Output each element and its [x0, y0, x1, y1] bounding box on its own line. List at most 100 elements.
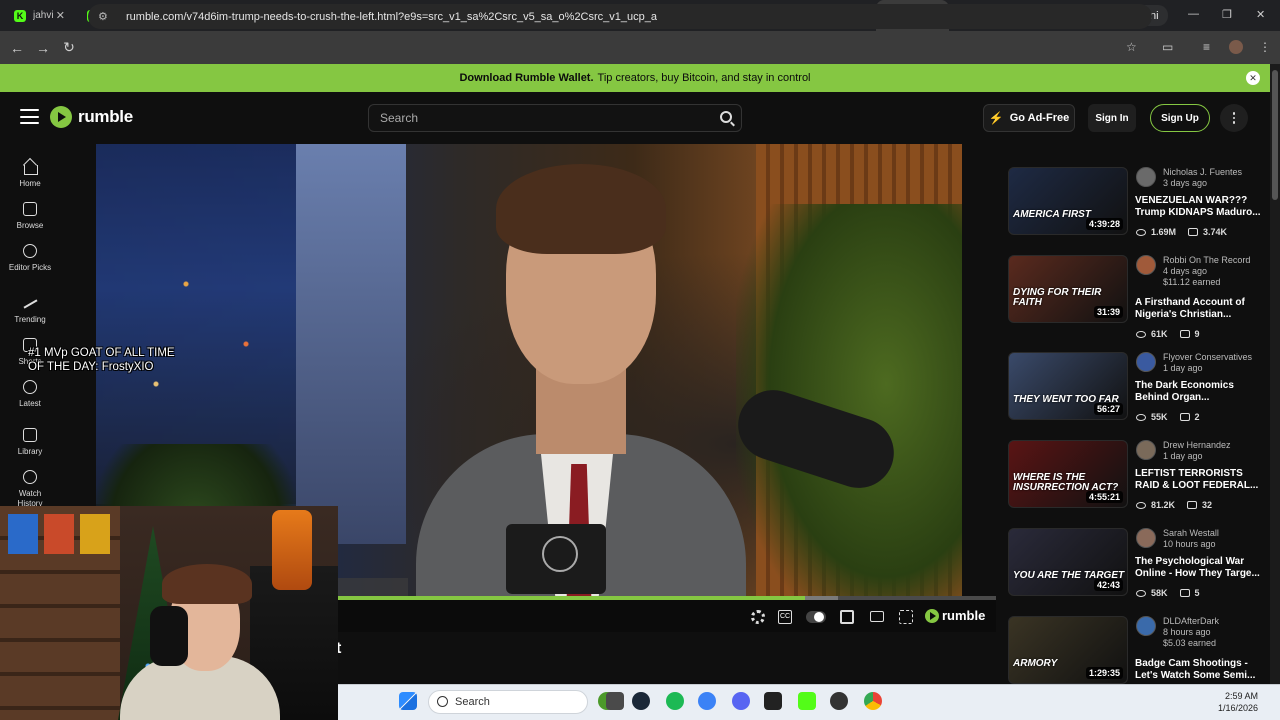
- search-input[interactable]: Search: [368, 104, 742, 132]
- upload-age: 1 day ago: [1163, 451, 1203, 461]
- views-stat: 61K: [1136, 329, 1168, 339]
- taskbar-search[interactable]: Search: [428, 690, 588, 714]
- channel-name[interactable]: Flyover Conservatives: [1163, 352, 1252, 362]
- nav-item-browse[interactable]: Browse: [0, 202, 60, 231]
- recommended-video-card[interactable]: AMERICA FIRST 4:39:28 Nicholas J. Fuentes 3…: [1008, 167, 1270, 247]
- video-thumbnail[interactable]: YOU ARE THE TARGET 42:43: [1008, 528, 1128, 596]
- views-stat: 55K: [1136, 412, 1168, 422]
- channel-name[interactable]: Sarah Westall: [1163, 528, 1219, 538]
- video-thumbnail[interactable]: AMERICA FIRST 4:39:28: [1008, 167, 1128, 235]
- restore-icon[interactable]: ❐: [1222, 8, 1232, 21]
- settings-gear-icon[interactable]: [751, 610, 765, 624]
- channel-avatar[interactable]: [1136, 528, 1156, 548]
- video-title[interactable]: VENEZUELAN WAR??? Trump KIDNAPS Maduro..…: [1135, 195, 1265, 219]
- close-tab-icon[interactable]: ✕: [56, 9, 65, 22]
- video-title[interactable]: LEFTIST TERRORISTS RAID & LOOT FEDERAL..…: [1135, 468, 1265, 492]
- channel-avatar[interactable]: [1136, 616, 1156, 636]
- chrome-icon[interactable]: [864, 692, 882, 710]
- page-scrollbar[interactable]: [1270, 64, 1280, 720]
- eye-icon: [1136, 502, 1146, 509]
- recommended-video-card[interactable]: DYING FOR THEIR FAITH 31:39 Robbi On The R…: [1008, 255, 1270, 339]
- search-icon[interactable]: [720, 111, 732, 123]
- video-duration: 42:43: [1093, 579, 1123, 591]
- more-options-icon[interactable]: [1220, 104, 1248, 132]
- menu-hamburger-icon[interactable]: [20, 109, 39, 124]
- autoplay-toggle[interactable]: [806, 611, 826, 623]
- reload-icon[interactable]: ↻: [56, 39, 82, 56]
- discord-icon[interactable]: [732, 692, 750, 710]
- nav-item-library[interactable]: Library: [0, 428, 60, 457]
- profile-avatar[interactable]: [1229, 40, 1243, 54]
- cast-icon[interactable]: ▭: [1162, 40, 1173, 54]
- player-rumble-logo[interactable]: rumble: [925, 608, 985, 623]
- comment-count: 2: [1194, 412, 1200, 422]
- video-stats: 55K 2: [1136, 412, 1200, 422]
- kick-favicon-icon: K: [14, 9, 26, 22]
- go-ad-free-button[interactable]: ⚡ Go Ad-Free: [983, 104, 1075, 132]
- rumble-logo[interactable]: rumble: [50, 106, 133, 128]
- recommended-video-card[interactable]: YOU ARE THE TARGET 42:43 Sarah Westall 10 h…: [1008, 528, 1270, 608]
- channel-avatar[interactable]: [1136, 255, 1156, 275]
- bookmark-star-icon[interactable]: ☆: [1126, 40, 1137, 54]
- video-title[interactable]: Badge Cam Shootings - Let's Watch Some S…: [1135, 658, 1265, 682]
- comment-count: 5: [1194, 588, 1200, 598]
- steam-icon[interactable]: [632, 692, 650, 710]
- channel-name[interactable]: Drew Hernandez: [1163, 440, 1231, 450]
- video-duration: 4:39:28: [1085, 218, 1123, 230]
- channel-name[interactable]: Nicholas J. Fuentes: [1163, 167, 1242, 177]
- nav-item-label: Latest: [19, 399, 41, 408]
- channel-avatar[interactable]: [1136, 352, 1156, 372]
- eye-icon: [1136, 229, 1146, 236]
- nav-item-watch-history[interactable]: Watch History: [0, 470, 60, 509]
- thumbnail-text: AMERICA FIRST: [1013, 209, 1091, 220]
- obs-icon[interactable]: [830, 692, 848, 710]
- spotify-icon[interactable]: [666, 692, 684, 710]
- windows-start-icon[interactable]: [399, 692, 417, 710]
- file-explorer-icon[interactable]: [606, 692, 624, 710]
- channel-name[interactable]: Robbi On The Record: [1163, 255, 1250, 265]
- channel-name[interactable]: DLDAfterDark: [1163, 616, 1219, 626]
- minimize-icon[interactable]: —: [1188, 8, 1199, 20]
- channel-avatar[interactable]: [1136, 440, 1156, 460]
- channel-avatar[interactable]: [1136, 167, 1156, 187]
- recommended-video-card[interactable]: THEY WENT TOO FAR 56:27 Flyover Conservati…: [1008, 352, 1270, 432]
- nav-item-home[interactable]: Home: [0, 160, 60, 189]
- view-count: 55K: [1151, 412, 1168, 422]
- browser-menu-icon[interactable]: ⋮: [1259, 40, 1271, 54]
- address-bar[interactable]: ⚙ rumble.com/v74d6im-trump-needs-to-crus…: [88, 4, 1152, 29]
- nav-item-editor-picks[interactable]: Editor Picks: [0, 244, 60, 273]
- sign-up-button[interactable]: Sign Up: [1150, 104, 1210, 132]
- terminal-icon[interactable]: [764, 692, 782, 710]
- video-title[interactable]: A Firsthand Account of Nigeria's Christi…: [1135, 297, 1265, 321]
- video-thumbnail[interactable]: THEY WENT TOO FAR 56:27: [1008, 352, 1128, 420]
- progress-bar[interactable]: [336, 596, 996, 600]
- app-icon[interactable]: [698, 692, 716, 710]
- browser-tab[interactable]: Kjahvi ✕: [0, 0, 73, 31]
- close-banner-icon[interactable]: ✕: [1246, 71, 1260, 85]
- miniplayer-icon[interactable]: [840, 610, 854, 624]
- captions-icon[interactable]: CC: [778, 610, 792, 624]
- sign-in-button[interactable]: Sign In: [1088, 104, 1136, 132]
- video-thumbnail[interactable]: DYING FOR THEIR FAITH 31:39: [1008, 255, 1128, 323]
- nav-item-latest[interactable]: Latest: [0, 380, 60, 409]
- fullscreen-icon[interactable]: [899, 610, 913, 624]
- video-thumbnail[interactable]: ARMORY 1:29:35: [1008, 616, 1128, 684]
- kick-app-icon[interactable]: [798, 692, 816, 710]
- taskbar-clock[interactable]: 2:59 AM 1/16/2026: [1218, 690, 1258, 714]
- back-icon[interactable]: ←: [4, 40, 30, 56]
- site-info-icon[interactable]: ⚙: [98, 10, 112, 23]
- banner-headline[interactable]: Download Rumble Wallet.: [459, 72, 593, 84]
- video-title[interactable]: The Dark Economics Behind Organ...: [1135, 380, 1265, 404]
- media-controls-icon[interactable]: ≡: [1203, 40, 1210, 54]
- upload-age: 4 days ago: [1163, 266, 1208, 276]
- video-thumbnail[interactable]: WHERE IS THE INSURRECTION ACT? 4:55:21: [1008, 440, 1128, 508]
- wallet-banner: Download Rumble Wallet. Tip creators, bu…: [0, 64, 1270, 92]
- video-title[interactable]: The Psychological War Online - How They …: [1135, 556, 1265, 580]
- theater-mode-icon[interactable]: [870, 611, 884, 622]
- nav-item-trending[interactable]: Trending: [0, 296, 60, 325]
- close-window-icon[interactable]: ✕: [1256, 8, 1265, 21]
- video-duration: 56:27: [1093, 403, 1123, 415]
- recommended-video-card[interactable]: WHERE IS THE INSURRECTION ACT? 4:55:21 Dre…: [1008, 440, 1270, 520]
- screen: Kjahvi✕KKick✕iiDun✕Gwhat✕Grene✕▶Vide✕▶IC…: [0, 0, 1280, 720]
- forward-icon[interactable]: →: [30, 40, 56, 56]
